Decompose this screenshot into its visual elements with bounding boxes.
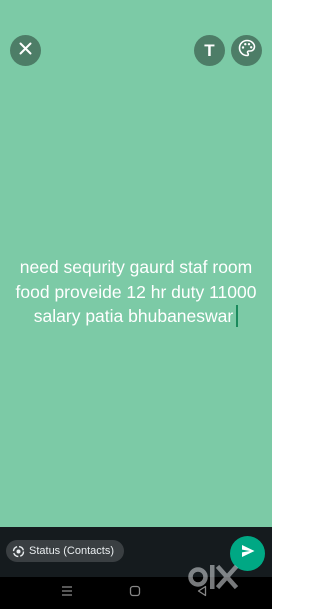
home-button[interactable] <box>128 584 142 602</box>
palette-icon <box>238 39 256 62</box>
status-text-input[interactable]: need sequrity gaurd staf room food prove… <box>8 255 264 329</box>
olx-watermark-logo <box>188 564 239 590</box>
home-icon <box>129 584 141 602</box>
status-text-content: need sequrity gaurd staf room food prove… <box>15 257 257 326</box>
status-composer-screen: T need sequrity gaurd staf room food pro… <box>0 0 272 609</box>
recents-button[interactable] <box>60 586 74 600</box>
background-color-button[interactable] <box>231 35 262 66</box>
text-style-button[interactable]: T <box>194 35 225 66</box>
text-tool-label: T <box>204 40 215 60</box>
close-button[interactable] <box>10 35 41 66</box>
status-ring-icon <box>12 545 25 558</box>
status-audience-label: Status (Contacts) <box>29 545 114 557</box>
recents-icon <box>61 584 73 602</box>
close-icon <box>19 42 32 60</box>
status-audience-button[interactable]: Status (Contacts) <box>6 540 124 562</box>
text-cursor <box>236 305 239 327</box>
